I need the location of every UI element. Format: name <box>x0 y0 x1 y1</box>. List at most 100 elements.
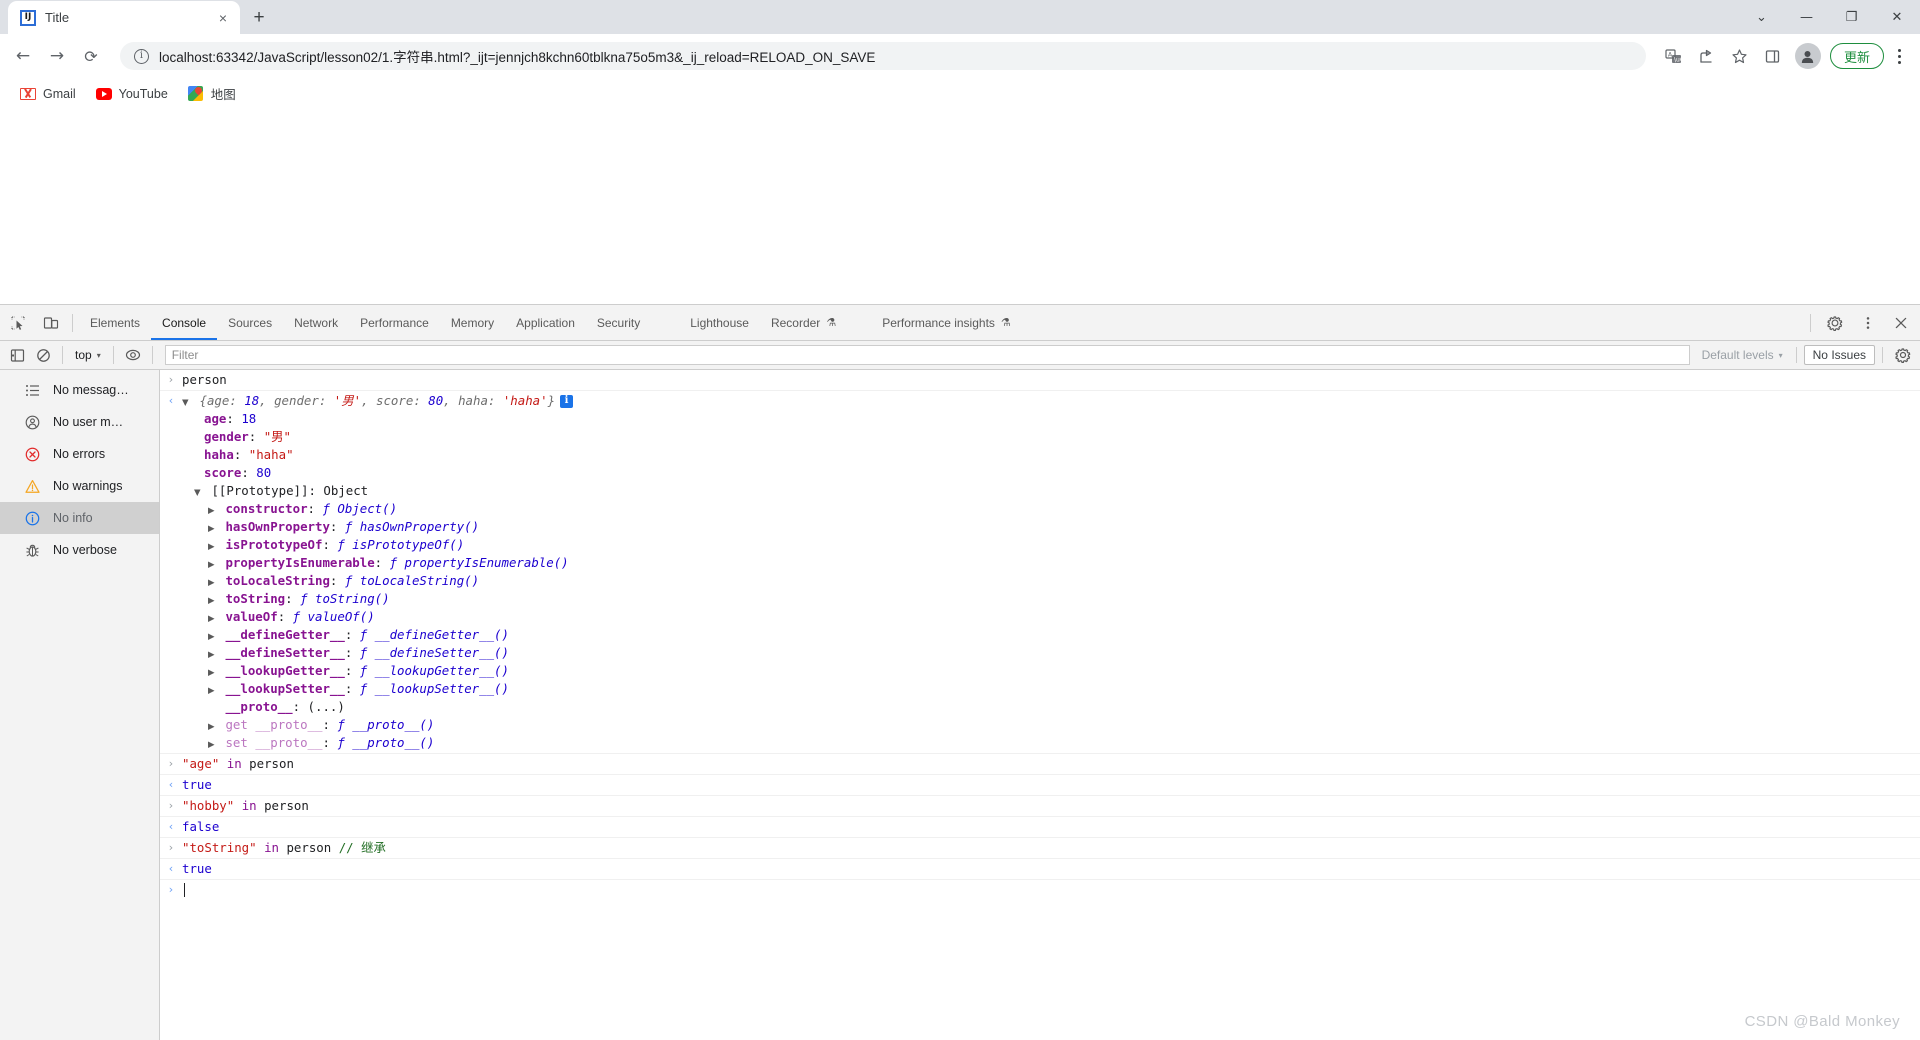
sidebar-item-user-messages[interactable]: No user m… <box>0 406 159 438</box>
console-row-gutter: ‹ <box>168 819 174 833</box>
bookmark-gmail[interactable]: Gmail <box>12 82 84 106</box>
profile-avatar[interactable] <box>1794 43 1821 69</box>
console-row-text: person <box>182 372 227 387</box>
sidebar-item-label: No errors <box>53 447 106 461</box>
console-row[interactable]: › <box>160 880 1920 900</box>
bookmark-label: YouTube <box>118 86 168 101</box>
bookmark-youtube[interactable]: YouTube <box>88 82 176 106</box>
info-icon <box>24 510 41 527</box>
console-sidebar: No messag… No user m… No errors No warni… <box>0 370 160 1040</box>
close-icon[interactable]: × <box>214 9 232 27</box>
filter-input[interactable]: Filter <box>164 345 1690 365</box>
tab-lighthouse[interactable]: Lighthouse <box>679 305 760 340</box>
devtools-panel: Elements Console Sources Network Perform… <box>0 304 1920 1040</box>
chevron-down-icon: ▾ <box>1778 350 1783 360</box>
gear-icon[interactable] <box>1890 343 1916 367</box>
bookmark-maps[interactable]: 地图 <box>180 82 244 106</box>
console-row-text: "hobby" in person <box>182 797 309 813</box>
sidebar-item-label: No warnings <box>53 479 123 493</box>
tab-elements[interactable]: Elements <box>79 305 151 340</box>
address-bar[interactable]: i localhost:63342/JavaScript/lesson02/1.… <box>120 42 1646 70</box>
sidebar-item-verbose[interactable]: No verbose <box>0 534 159 566</box>
flask-icon: ⚗ <box>826 316 837 329</box>
sidebar-item-label: No messag… <box>53 383 129 397</box>
console-row[interactable]: › person <box>160 370 1920 391</box>
device-toolbar-icon[interactable] <box>36 309 66 337</box>
star-icon[interactable] <box>1725 41 1755 71</box>
tab-security[interactable]: Security <box>586 305 651 340</box>
tab-sources[interactable]: Sources <box>217 305 283 340</box>
console-row-gutter: › <box>168 373 174 386</box>
console-row[interactable]: › "hobby" in person <box>160 796 1920 817</box>
console-filter-bar: top ▾ Filter Default levels ▾ No Issues <box>0 341 1920 370</box>
three-dot-menu-icon[interactable] <box>1853 309 1883 337</box>
console-row-text: true <box>182 776 212 792</box>
tab-memory[interactable]: Memory <box>440 305 505 340</box>
console-row[interactable]: ‹ true <box>160 859 1920 880</box>
sidebar-item-warnings[interactable]: No warnings <box>0 470 159 502</box>
chevron-down-icon: ▾ <box>96 350 101 360</box>
log-levels-selector[interactable]: Default levels ▾ <box>1696 348 1789 362</box>
chevron-down-icon[interactable]: ⌄ <box>1739 0 1784 34</box>
console-row-text: ▼ {age: 18, gender: '男', score: 80, haha… <box>182 392 1920 752</box>
console-row-gutter: ‹ <box>168 393 174 407</box>
share-icon[interactable] <box>1692 41 1722 71</box>
browser-toolbar: ← → ⟳ i localhost:63342/JavaScript/lesso… <box>0 34 1920 78</box>
page-viewport <box>0 109 1920 304</box>
side-panel-icon[interactable] <box>1758 41 1788 71</box>
tab-performance-insights[interactable]: Performance insights ⚗ <box>871 305 1022 340</box>
address-bar-url: localhost:63342/JavaScript/lesson02/1.字符… <box>159 50 876 65</box>
divider <box>1810 313 1811 332</box>
error-icon <box>24 446 41 463</box>
console-row-gutter: › <box>168 756 174 770</box>
console-row[interactable]: ‹ ▼ {age: 18, gender: '男', score: 80, hah… <box>160 391 1920 754</box>
three-dot-menu-icon[interactable] <box>1886 41 1912 71</box>
window-controls: ⌄ — ❐ ✕ <box>1739 0 1920 34</box>
console-row-text: "toString" in person // 继承 <box>182 839 386 855</box>
browser-tab[interactable]: IJ Title × <box>8 1 240 34</box>
console-output[interactable]: › person ‹ ▼ {age: 18, gender: '男', score: … <box>160 370 1920 1040</box>
console-row[interactable]: ‹ true <box>160 775 1920 796</box>
tab-performance-insights-label: Performance insights <box>882 315 995 330</box>
toolbar-actions: A\u6587 更新 <box>1656 41 1912 71</box>
translate-icon[interactable]: A\u6587 <box>1659 41 1689 71</box>
clear-console-icon[interactable] <box>30 343 56 367</box>
update-button[interactable]: 更新 <box>1829 43 1884 69</box>
sidebar-item-messages[interactable]: No messag… <box>0 374 159 406</box>
inspect-element-icon[interactable] <box>3 309 33 337</box>
new-tab-button[interactable]: + <box>244 2 274 32</box>
tab-network[interactable]: Network <box>283 305 349 340</box>
sidebar-item-info[interactable]: No info <box>0 502 159 534</box>
console-sidebar-toggle-icon[interactable] <box>4 343 30 367</box>
divider <box>62 346 63 364</box>
minimize-icon[interactable]: — <box>1784 0 1829 34</box>
console-row[interactable]: ‹ false <box>160 817 1920 838</box>
tab-performance[interactable]: Performance <box>349 305 440 340</box>
maximize-icon[interactable]: ❐ <box>1829 0 1874 34</box>
reload-icon[interactable]: ⟳ <box>76 41 106 71</box>
tab-application[interactable]: Application <box>505 305 586 340</box>
tab-recorder[interactable]: Recorder ⚗ <box>760 305 847 340</box>
console-row-text: true <box>182 860 212 876</box>
page-info-icon[interactable]: i <box>134 48 149 64</box>
warning-icon <box>24 478 41 495</box>
info-badge: i <box>560 394 574 408</box>
console-row[interactable]: › "age" in person <box>160 754 1920 775</box>
console-row-gutter: ‹ <box>168 861 174 875</box>
close-icon[interactable] <box>1886 309 1916 337</box>
back-icon[interactable]: ← <box>8 41 38 71</box>
forward-icon[interactable]: → <box>42 41 72 71</box>
tab-title: Title <box>45 10 70 25</box>
console-row-text: "age" in person <box>182 755 294 771</box>
tab-console[interactable]: Console <box>151 305 218 340</box>
gear-icon[interactable] <box>1820 309 1850 337</box>
sidebar-item-label: No info <box>53 511 93 525</box>
execution-context-selector[interactable]: top ▾ <box>69 344 107 366</box>
window-close-icon[interactable]: ✕ <box>1874 0 1920 34</box>
issues-button[interactable]: No Issues <box>1803 345 1875 365</box>
bookmarks-bar: Gmail YouTube 地图 <box>0 78 1920 109</box>
live-expression-icon[interactable] <box>120 343 146 367</box>
console-row-gutter: › <box>168 840 174 854</box>
console-row[interactable]: › "toString" in person // 继承 <box>160 838 1920 859</box>
sidebar-item-errors[interactable]: No errors <box>0 438 159 470</box>
